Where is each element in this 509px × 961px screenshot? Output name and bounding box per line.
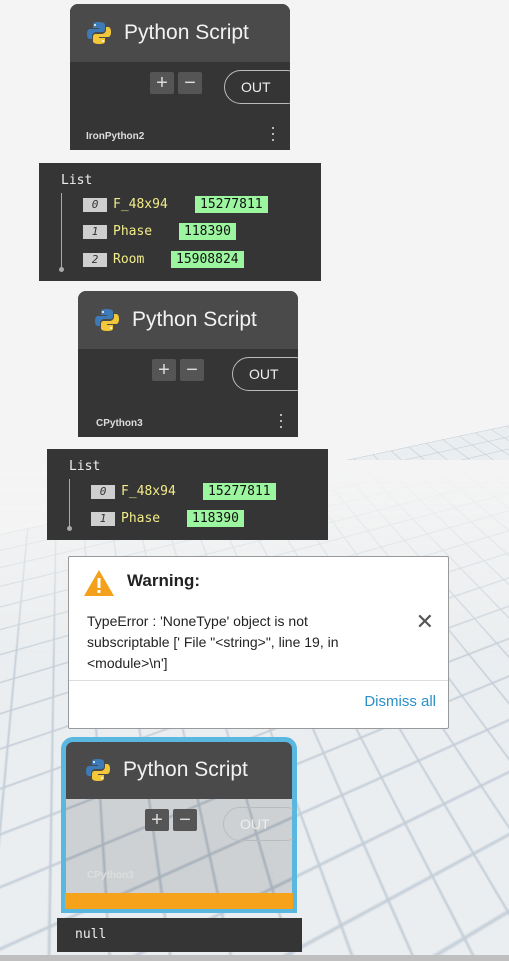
null-preview: null: [57, 918, 302, 952]
add-input-button[interactable]: +: [150, 72, 174, 94]
kebab-menu-icon[interactable]: · · ·: [269, 863, 275, 881]
out-port[interactable]: OUT: [223, 807, 293, 841]
node-title: Python Script: [123, 758, 248, 782]
node-header[interactable]: Python Script: [65, 741, 293, 799]
tree-dot: [59, 267, 64, 272]
item-value: 15277811: [195, 196, 268, 213]
list-item: 1 Phase 118390: [83, 223, 236, 240]
python-script-node-2[interactable]: Python Script + − OUT CPython3 · · ·: [78, 291, 298, 437]
item-value: 118390: [179, 223, 236, 240]
out-port[interactable]: OUT: [224, 70, 290, 104]
python-logo-icon: [86, 20, 112, 46]
warning-popup: Warning: TypeError : 'NoneType' object i…: [68, 556, 449, 729]
divider: [69, 680, 448, 681]
out-port[interactable]: OUT: [232, 357, 298, 391]
add-input-button[interactable]: +: [152, 359, 176, 381]
list-preview-1: List 0 F_48x94 15277811 1 Phase 118390 2…: [39, 163, 321, 281]
warning-triangle-icon: [83, 569, 115, 597]
node-header[interactable]: Python Script: [70, 4, 290, 62]
item-index: 0: [83, 198, 107, 212]
item-name: F_48x94: [121, 484, 197, 499]
item-index: 2: [83, 253, 107, 267]
remove-input-button[interactable]: −: [180, 359, 204, 381]
python-script-node-1[interactable]: Python Script + − OUT IronPython2 · · ·: [70, 4, 290, 150]
warning-message: TypeError : 'NoneType' object is not sub…: [87, 611, 387, 674]
close-icon[interactable]: ✕: [416, 609, 434, 635]
add-input-button[interactable]: +: [145, 809, 169, 831]
node-header[interactable]: Python Script: [78, 291, 298, 349]
list-item: 2 Room 15908824: [83, 251, 244, 268]
node-title: Python Script: [124, 21, 249, 45]
tree-line: [69, 479, 70, 527]
item-name: Phase: [121, 511, 181, 526]
kebab-menu-icon[interactable]: · · ·: [278, 411, 284, 429]
list-item: 1 Phase 118390: [91, 510, 244, 527]
tree-line: [61, 193, 62, 269]
item-index: 1: [91, 512, 115, 526]
tree-dot: [67, 526, 72, 531]
python-logo-icon: [85, 757, 111, 783]
item-index: 1: [83, 225, 107, 239]
list-item: 0 F_48x94 15277811: [91, 483, 276, 500]
remove-input-button[interactable]: −: [173, 809, 197, 831]
item-value: 15277811: [203, 483, 276, 500]
item-name: F_48x94: [113, 197, 189, 212]
item-index: 0: [91, 485, 115, 499]
engine-label[interactable]: CPython3: [96, 418, 143, 429]
list-title: List: [61, 173, 92, 188]
item-value: 118390: [187, 510, 244, 527]
list-title: List: [69, 459, 100, 474]
engine-label[interactable]: IronPython2: [86, 131, 144, 142]
item-name: Room: [113, 252, 165, 267]
warning-title: Warning:: [127, 571, 200, 591]
kebab-menu-icon[interactable]: · · ·: [270, 124, 276, 142]
dismiss-all-link[interactable]: Dismiss all: [364, 693, 436, 710]
python-logo-icon: [94, 307, 120, 333]
node-title: Python Script: [132, 308, 257, 332]
list-preview-2: List 0 F_48x94 15277811 1 Phase 118390: [47, 449, 328, 540]
bottom-bar: [0, 955, 509, 961]
engine-label[interactable]: CPython3: [87, 870, 134, 881]
remove-input-button[interactable]: −: [178, 72, 202, 94]
warning-state-bar: [65, 893, 293, 909]
item-value: 15908824: [171, 251, 244, 268]
list-item: 0 F_48x94 15277811: [83, 196, 268, 213]
item-name: Phase: [113, 224, 173, 239]
python-script-node-3[interactable]: Python Script + − OUT CPython3 · · ·: [65, 741, 293, 909]
